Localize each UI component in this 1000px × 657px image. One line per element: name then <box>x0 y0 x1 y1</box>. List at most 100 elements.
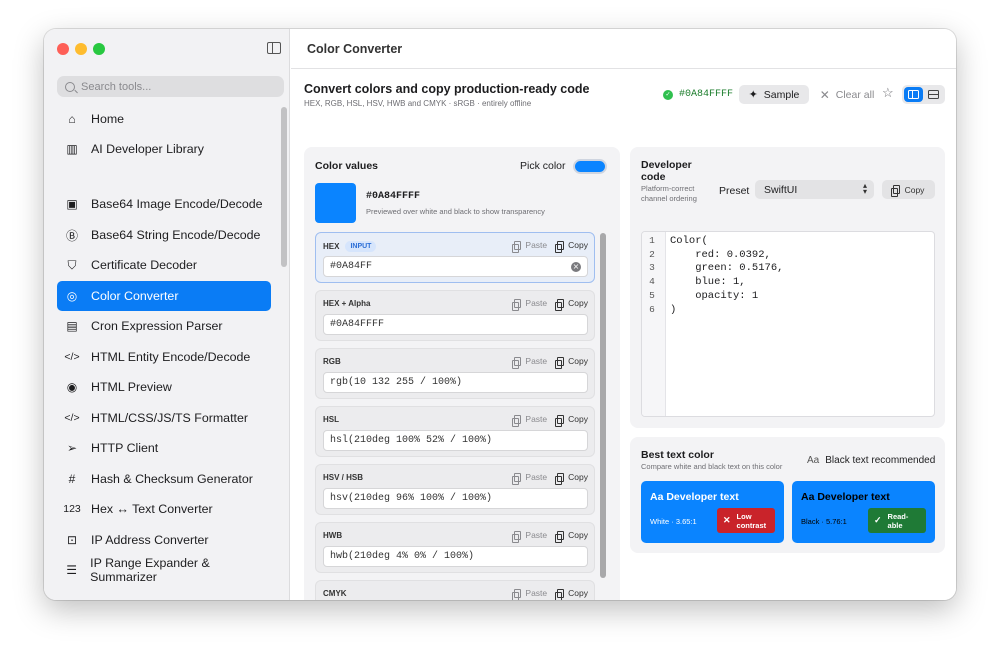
field-value: hsl(210deg 100% 52% / 100%) <box>330 435 493 446</box>
palette-icon: ◎ <box>66 289 78 303</box>
field-label: CMYK <box>323 589 347 598</box>
search-input[interactable]: Search tools... <box>57 76 284 97</box>
readable-line2: able <box>887 520 903 530</box>
field-actions: Paste Copy <box>512 414 588 427</box>
sidebar-item-label: HTML Entity Encode/Decode <box>91 350 251 364</box>
best-text-title: Best text color <box>641 449 714 461</box>
color-field-hex-alpha: HEX + Alpha Paste Copy #0A84FFFF <box>315 290 595 341</box>
page-subtitle: HEX, RGB, HSL, HSV, HWB and CMYK · sRGB … <box>304 99 532 108</box>
best-text-color-panel: Best text color Compare white and black … <box>630 437 945 553</box>
paste-button[interactable]: Paste <box>512 472 547 485</box>
field-input[interactable]: hwb(210deg 4% 0% / 100%) <box>323 546 588 567</box>
low-contrast-badge: ✕ Low contrast <box>717 508 775 533</box>
favorite-star-icon[interactable]: ☆ <box>882 85 894 101</box>
copy-label: Copy <box>568 356 588 366</box>
copy-button[interactable]: Copy <box>555 414 588 427</box>
sidebar-item-base64-string-encode-decode[interactable]: Ⓑ Base64 String Encode/Decode <box>57 220 271 250</box>
sidebar-item-ip-address-converter[interactable]: ⊡ IP Address Converter <box>57 525 271 555</box>
paste-button[interactable]: Paste <box>512 240 548 253</box>
preset-label: Preset <box>719 185 750 197</box>
checkmark-icon: ✓ <box>874 515 882 525</box>
code-copy-button[interactable]: Copy <box>882 180 935 199</box>
stacked-layout-button[interactable] <box>925 87 944 102</box>
color-field-hsl: HSL Paste Copy hsl(210deg 100% 52% / 100%) <box>315 406 595 457</box>
sidebar-item-html-entity-encode-decode[interactable]: </> HTML Entity Encode/Decode <box>57 342 271 372</box>
sidebar-toggle-icon[interactable] <box>267 42 281 54</box>
pick-color-well[interactable] <box>573 159 607 174</box>
sidebar-item-label: IP Address Converter <box>91 533 209 547</box>
field-input[interactable]: hsv(210deg 96% 100% / 100%) <box>323 488 588 509</box>
white-sample-text: Aa Developer text <box>650 491 739 503</box>
sidebar-item-hash-checksum-generator[interactable]: # Hash & Checksum Generator <box>57 464 271 494</box>
letter-b-icon: Ⓑ <box>65 228 78 243</box>
paste-button[interactable]: Paste <box>512 356 548 369</box>
copy-button[interactable]: Copy <box>555 356 588 369</box>
developer-code-title-line1: Developer <box>641 159 692 171</box>
sidebar-item-cron-expression-parser[interactable]: ▤ Cron Expression Parser <box>57 311 271 341</box>
paste-button[interactable]: Paste <box>512 530 547 543</box>
developer-code-subtitle: Platform-correct channel ordering <box>641 184 697 203</box>
values-scrollbar[interactable] <box>600 233 606 578</box>
swatch-note: Previewed over white and black to show t… <box>366 207 545 216</box>
field-value: rgb(10 132 255 / 100%) <box>330 377 463 388</box>
field-actions: Paste Copy <box>512 530 588 543</box>
sidebar-item-certificate-decoder[interactable]: ⛉ Certificate Decoder <box>57 250 271 280</box>
numbers-icon: 123 <box>63 503 81 515</box>
sidebar-scrollbar[interactable] <box>281 107 287 267</box>
best-text-subtitle: Compare white and black text on this col… <box>641 462 783 471</box>
color-field-hex: HEX INPUT Paste Copy #0A84FF × <box>315 232 595 283</box>
readable-text: Read- able <box>888 512 909 530</box>
field-label: HWB <box>323 531 342 540</box>
sidebar-item-http-client[interactable]: ➢ HTTP Client <box>57 433 271 463</box>
sidebar-item-label: Cron Expression Parser <box>91 319 223 333</box>
copy-button[interactable]: Copy <box>555 472 588 485</box>
paste-label: Paste <box>525 240 548 250</box>
eye-icon: ◉ <box>66 380 78 394</box>
sidebar-item-base64-image-encode-decode[interactable]: ▣ Base64 Image Encode/Decode <box>57 189 271 219</box>
code-editor[interactable]: 1 Color(2 red: 0.0392, 3 green: 0.5176, 4 b… <box>641 231 935 417</box>
sidebar-item-html-preview[interactable]: ◉ HTML Preview <box>57 372 271 402</box>
paste-label: Paste <box>525 414 548 424</box>
search-placeholder: Search tools... <box>81 80 152 93</box>
sidebar-item-label: HTML/CSS/JS/TS Formatter <box>91 411 248 425</box>
sidebar-item-ai-developer-library[interactable]: ▥ AI Developer Library <box>57 134 271 164</box>
minimize-window-button[interactable] <box>75 43 87 55</box>
copy-button[interactable]: Copy <box>555 298 588 311</box>
field-actions: Paste Copy <box>512 298 588 311</box>
paste-button[interactable]: Paste <box>512 588 547 600</box>
sidebar-item-home[interactable]: ⌂ Home <box>57 104 271 134</box>
sample-button[interactable]: ✦ Sample <box>739 85 809 104</box>
clear-input-icon[interactable]: × <box>571 262 581 272</box>
zoom-window-button[interactable] <box>93 43 105 55</box>
line-number: 5 <box>649 289 655 301</box>
color-field-hsv-hsb: HSV / HSB Paste Copy hsv(210deg 96% 100% / … <box>315 464 595 515</box>
field-label: RGB <box>323 357 341 366</box>
sidebar-item-ip-range-expander-summarizer[interactable]: ☰ IP Range Expander & Summarizer <box>57 555 271 585</box>
copy-button[interactable]: Copy <box>555 588 588 600</box>
text-recommendation: Aa Black text recommended <box>807 455 935 466</box>
field-input[interactable]: #0A84FF × <box>323 256 588 277</box>
sidebar-item-html-css-js-ts-formatter[interactable]: </> HTML/CSS/JS/TS Formatter <box>57 403 271 433</box>
sidebar: Search tools... ⌂ Home ▥ AI Developer Libra… <box>44 29 290 600</box>
swatch-hex: #0A84FFFF <box>366 191 421 202</box>
paste-label: Paste <box>525 356 548 366</box>
sidebar-item-hex-text-converter[interactable]: 123 Hex ↔ Text Converter <box>57 494 271 524</box>
field-input[interactable]: hsl(210deg 100% 52% / 100%) <box>323 430 588 451</box>
field-input[interactable]: #0A84FFFF <box>323 314 588 335</box>
sidebar-item-label: IP Range Expander & Summarizer <box>90 556 210 584</box>
paste-button[interactable]: Paste <box>512 298 547 311</box>
x-icon: ✕ <box>723 515 731 525</box>
preset-select[interactable]: SwiftUI ▴ ▾ <box>755 180 874 199</box>
split-layout-button[interactable] <box>904 87 923 102</box>
line-number: 3 <box>649 262 655 274</box>
copy-button[interactable]: Copy <box>555 530 588 543</box>
field-label-text: HSL <box>323 415 339 424</box>
clear-all-button[interactable]: ✕ Clear all <box>818 85 876 104</box>
close-window-button[interactable] <box>57 43 69 55</box>
chevron-up-down-icon: ▴ ▾ <box>862 181 867 196</box>
copy-button[interactable]: Copy <box>555 240 588 253</box>
sidebar-item-color-converter[interactable]: ◎ Color Converter <box>57 281 271 311</box>
line-number: 4 <box>649 276 655 288</box>
paste-button[interactable]: Paste <box>512 414 548 427</box>
field-input[interactable]: rgb(10 132 255 / 100%) <box>323 372 588 393</box>
